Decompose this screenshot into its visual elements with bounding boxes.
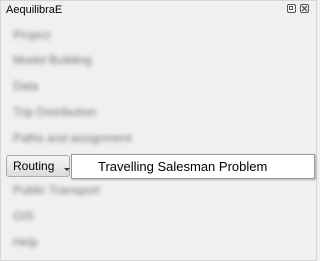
routing-menu-button[interactable]: Routing xyxy=(6,155,70,177)
menu-item-trip-distribution[interactable]: Trip Distribution xyxy=(13,105,97,119)
menu-item-paths-assignment[interactable]: Paths and assignment xyxy=(13,131,132,145)
menu-item-data[interactable]: Data xyxy=(13,79,38,93)
panel-titlebar: AequilibraE xyxy=(1,1,316,19)
aequilibrae-dock-panel: AequilibraE Project Model Building Data … xyxy=(0,0,317,261)
menu-item-model-building[interactable]: Model Building xyxy=(13,53,92,67)
routing-label: Routing xyxy=(13,159,55,173)
chevron-down-icon xyxy=(64,168,70,171)
routing-dropdown-menu: Travelling Salesman Problem xyxy=(71,154,315,179)
menu-item-public-transport[interactable]: Public Transport xyxy=(13,183,100,197)
menu-item-project[interactable]: Project xyxy=(13,28,50,42)
panel-title: AequilibraE xyxy=(6,4,63,16)
close-panel-icon[interactable] xyxy=(300,4,309,13)
float-panel-icon[interactable] xyxy=(287,4,296,13)
menu-item-gis[interactable]: GIS xyxy=(13,209,34,223)
menu-item-travelling-salesman[interactable]: Travelling Salesman Problem xyxy=(98,159,267,174)
menu-item-help[interactable]: Help xyxy=(13,235,38,249)
